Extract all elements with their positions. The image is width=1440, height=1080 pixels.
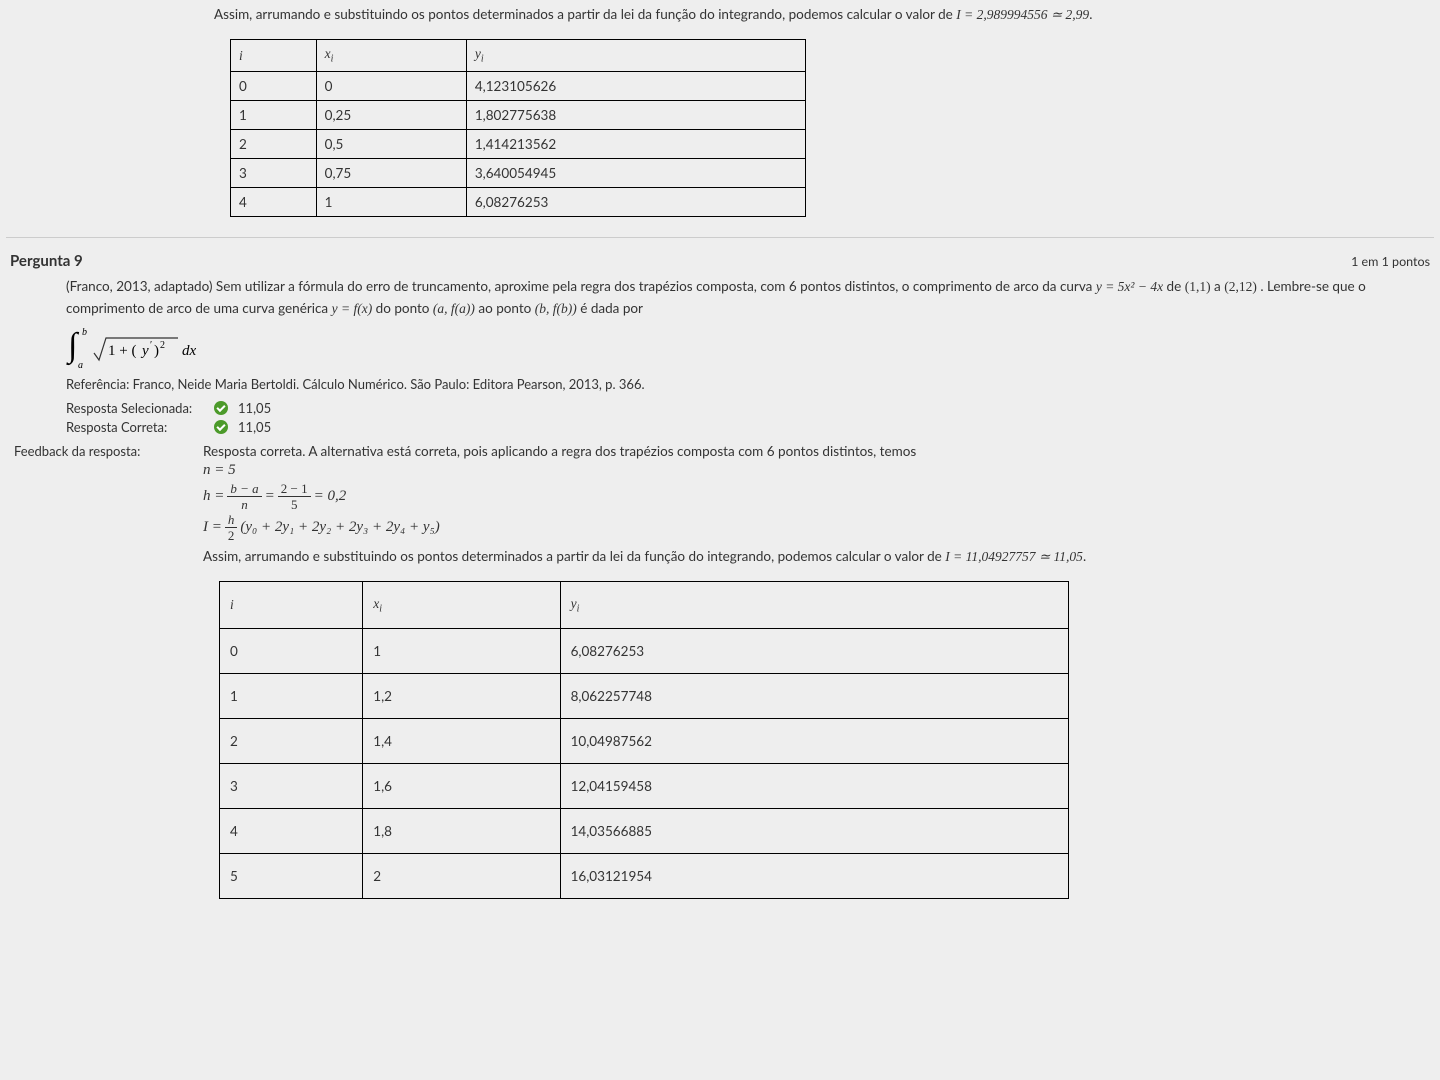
table-cell: 6,08276253 (466, 187, 805, 216)
col-yi: yi (466, 40, 805, 72)
table-cell: 3,640054945 (466, 158, 805, 187)
svg-text:′: ′ (150, 340, 152, 351)
selected-answer-value: 11,05 (238, 400, 271, 416)
svg-text:2: 2 (160, 340, 165, 351)
table-row: 016,08276253 (220, 629, 1069, 674)
table-cell: 10,04987562 (560, 719, 1068, 764)
table-cell: 16,03121954 (560, 854, 1068, 899)
prev-conclusion-text: Assim, arrumando e substituindo os ponto… (214, 6, 956, 22)
table-cell: 3 (220, 764, 363, 809)
table-cell: 1 (363, 629, 560, 674)
table-row: 41,814,03566885 (220, 809, 1069, 854)
feedback-math: n = 5 h = b − an = 2 − 15 = 0,2 I = h2 (… (203, 461, 1434, 542)
feedback-intro: Resposta correta. A alternativa está cor… (203, 443, 1434, 459)
table-cell: 4 (231, 187, 317, 216)
table-row: 416,08276253 (231, 187, 806, 216)
table-cell: 1,2 (363, 674, 560, 719)
table-cell: 8,062257748 (560, 674, 1068, 719)
table-row: 10,251,802775638 (231, 100, 806, 129)
svg-text:1 + (: 1 + ( (108, 343, 136, 359)
correct-answer-value: 11,05 (238, 419, 271, 435)
table-cell: 1,414213562 (466, 129, 805, 158)
table-row: 5216,03121954 (220, 854, 1069, 899)
feedback-conclusion: Assim, arrumando e substituindo os ponto… (203, 546, 1434, 567)
table-cell: 0 (220, 629, 363, 674)
table-cell: 3 (231, 158, 317, 187)
svg-text:dx: dx (182, 343, 197, 359)
correct-answer-label: Resposta Correta: (66, 419, 204, 435)
col-xi: xi (316, 40, 466, 72)
table-row: 004,123105626 (231, 71, 806, 100)
question-prompt: (Franco, 2013, adaptado) Sem utilizar a … (66, 276, 1430, 320)
col-xi: xi (363, 581, 560, 629)
prev-conclusion-suffix: . (1089, 6, 1092, 22)
table-cell: 12,04159458 (560, 764, 1068, 809)
feedback-label: Feedback da resposta: (6, 443, 191, 459)
question-separator (6, 237, 1434, 238)
table-cell: 14,03566885 (560, 809, 1068, 854)
table-cell: 2 (363, 854, 560, 899)
table-cell: 1 (316, 187, 466, 216)
table-row: 31,612,04159458 (220, 764, 1069, 809)
table-cell: 2 (231, 129, 317, 158)
question-header: Pergunta 9 1 em 1 pontos (6, 252, 1434, 270)
prev-data-table: i xi yi 004,12310562610,251,80277563820,… (230, 39, 806, 217)
question-reference: Referência: Franco, Neide Maria Bertoldi… (66, 376, 1430, 392)
q9-data-table: i xi yi 016,0827625311,28,06225774821,41… (219, 581, 1069, 900)
check-icon (214, 401, 228, 415)
table-cell: 2 (220, 719, 363, 764)
svg-text:a: a (78, 360, 83, 370)
table-cell: 5 (220, 854, 363, 899)
prev-conclusion-expr: I = 2,989994556 ≃ 2,99 (956, 7, 1089, 22)
table-cell: 0 (316, 71, 466, 100)
table-row: 30,753,640054945 (231, 158, 806, 187)
table-cell: 1,4 (363, 719, 560, 764)
table-cell: 0,25 (316, 100, 466, 129)
table-cell: 0 (231, 71, 317, 100)
table-row: 21,410,04987562 (220, 719, 1069, 764)
question-points: 1 em 1 pontos (1351, 254, 1430, 269)
table-cell: 1,8 (363, 809, 560, 854)
col-i: i (231, 40, 317, 72)
check-icon (214, 420, 228, 434)
table-row: 20,51,414213562 (231, 129, 806, 158)
selected-answer-label: Resposta Selecionada: (66, 400, 204, 416)
question-title: Pergunta 9 (10, 252, 83, 270)
table-cell: 1,6 (363, 764, 560, 809)
table-cell: 4,123105626 (466, 71, 805, 100)
table-row: 11,28,062257748 (220, 674, 1069, 719)
table-cell: 0,75 (316, 158, 466, 187)
correct-answer-row: Resposta Correta: 11,05 (66, 419, 1430, 435)
feedback-content: Resposta correta. A alternativa está cor… (203, 443, 1434, 920)
table-cell: 6,08276253 (560, 629, 1068, 674)
table-cell: 1 (220, 674, 363, 719)
integral-formula: ∫ b a 1 + ( y ′ ) 2 dx (66, 326, 1430, 370)
col-yi: yi (560, 581, 1068, 629)
table-cell: 0,5 (316, 129, 466, 158)
svg-text:b: b (82, 327, 87, 338)
integral-icon: ∫ b a 1 + ( y ′ ) 2 dx (66, 326, 241, 370)
svg-text:): ) (154, 343, 159, 359)
selected-answer-row: Resposta Selecionada: 11,05 (66, 400, 1430, 416)
table-cell: 4 (220, 809, 363, 854)
col-i: i (220, 581, 363, 629)
table-cell: 1,802775638 (466, 100, 805, 129)
table-cell: 1 (231, 100, 317, 129)
prev-feedback-conclusion: Assim, arrumando e substituindo os ponto… (214, 4, 1434, 25)
svg-text:y: y (140, 343, 149, 359)
